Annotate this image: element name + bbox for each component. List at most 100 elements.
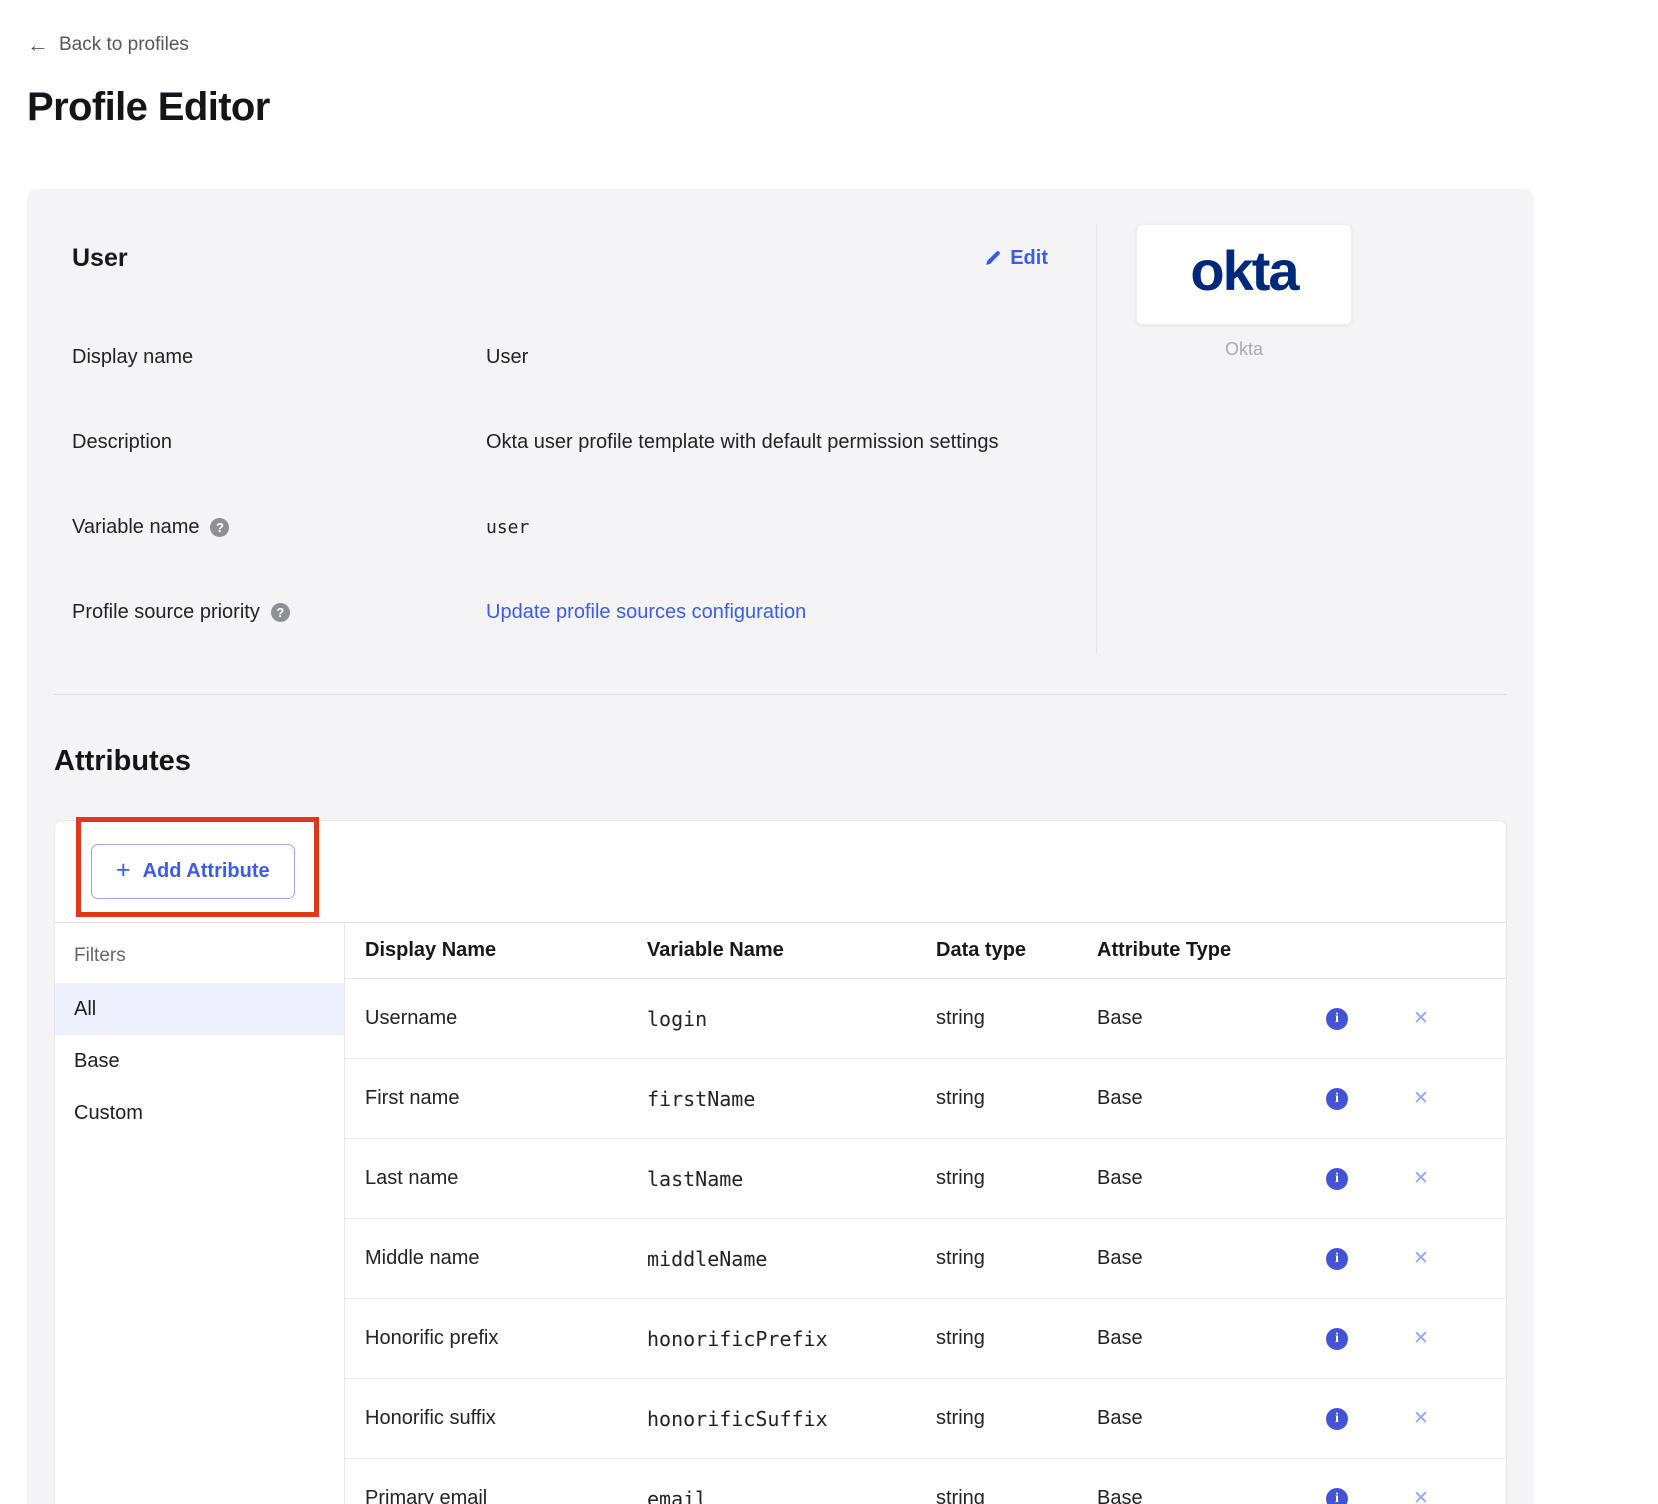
- field-display-name: Display name User: [72, 343, 1048, 372]
- field-label: Display name: [72, 343, 486, 372]
- logo-caption: Okta: [1136, 339, 1352, 360]
- field-value: User: [486, 343, 528, 372]
- attr-display-name: Middle name: [365, 1247, 647, 1270]
- info-icon[interactable]: i: [1326, 1088, 1348, 1110]
- attributes-card: + Add Attribute Filters All Base Custom …: [54, 820, 1507, 1504]
- field-label: Profile source priority ?: [72, 598, 486, 627]
- update-profile-sources-link[interactable]: Update profile sources configuration: [486, 598, 806, 627]
- attr-attribute-type: Base: [1097, 1167, 1297, 1190]
- attr-attribute-type: Base: [1097, 1247, 1297, 1270]
- attr-data-type: string: [936, 1007, 1097, 1030]
- field-label-text: Display name: [72, 343, 193, 372]
- attr-display-name: Username: [365, 1007, 647, 1030]
- info-icon[interactable]: i: [1326, 1408, 1348, 1430]
- profile-card: User Edit Display name User Description: [27, 189, 1534, 1504]
- back-link-label: Back to profiles: [59, 34, 189, 56]
- header-attribute-type: Attribute Type: [1097, 939, 1297, 962]
- attr-data-type: string: [936, 1087, 1097, 1110]
- field-value: user: [486, 513, 529, 542]
- filters-sidebar: Filters All Base Custom: [55, 923, 345, 1504]
- attr-attribute-type: Base: [1097, 1487, 1297, 1504]
- attr-attribute-type: Base: [1097, 1087, 1297, 1110]
- attr-display-name: Honorific prefix: [365, 1327, 647, 1350]
- okta-logo: okta: [1190, 243, 1297, 307]
- plus-icon: +: [116, 858, 131, 883]
- edit-label: Edit: [1010, 247, 1048, 270]
- attr-display-name: Last name: [365, 1167, 647, 1190]
- attr-data-type: string: [936, 1167, 1097, 1190]
- attr-variable-name: honorificSuffix: [647, 1407, 936, 1431]
- attributes-title: Attributes: [54, 745, 1507, 778]
- attr-attribute-type: Base: [1097, 1327, 1297, 1350]
- page-title: Profile Editor: [27, 85, 1658, 130]
- field-label-text: Variable name: [72, 513, 199, 542]
- info-icon[interactable]: i: [1326, 1008, 1348, 1030]
- header-data-type: Data type: [936, 939, 1097, 962]
- field-profile-source-priority: Profile source priority ? Update profile…: [72, 598, 1048, 627]
- attr-attribute-type: Base: [1097, 1007, 1297, 1030]
- info-icon[interactable]: i: [1326, 1328, 1348, 1350]
- field-description: Description Okta user profile template w…: [72, 428, 1048, 457]
- attr-display-name: First name: [365, 1087, 647, 1110]
- user-header: User Edit: [72, 244, 1048, 273]
- remove-attribute-icon[interactable]: ✕: [1413, 1167, 1429, 1190]
- table-row[interactable]: Username login string Base i ✕: [345, 979, 1506, 1059]
- help-icon[interactable]: ?: [271, 603, 290, 622]
- add-attribute-label: Add Attribute: [143, 860, 270, 883]
- attributes-body: Filters All Base Custom Display Name Var…: [55, 923, 1506, 1504]
- filter-item-all[interactable]: All: [55, 983, 344, 1035]
- header-variable-name: Variable Name: [647, 939, 936, 962]
- add-attribute-button[interactable]: + Add Attribute: [91, 844, 295, 899]
- filter-item-base[interactable]: Base: [55, 1035, 344, 1087]
- attributes-table: Display Name Variable Name Data type Att…: [345, 923, 1506, 1504]
- edit-button[interactable]: Edit: [984, 247, 1048, 270]
- field-label-text: Description: [72, 428, 172, 457]
- table-row[interactable]: Honorific prefix honorificPrefix string …: [345, 1299, 1506, 1379]
- remove-attribute-icon[interactable]: ✕: [1413, 1487, 1429, 1504]
- table-row[interactable]: First name firstName string Base i ✕: [345, 1059, 1506, 1139]
- field-variable-name: Variable name ? user: [72, 513, 1048, 542]
- pencil-icon: [984, 250, 1001, 267]
- attr-attribute-type: Base: [1097, 1407, 1297, 1430]
- attr-variable-name: middleName: [647, 1247, 936, 1271]
- field-label-text: Profile source priority: [72, 598, 260, 627]
- filter-item-custom[interactable]: Custom: [55, 1087, 344, 1139]
- field-value: Okta user profile template with default …: [486, 428, 998, 457]
- back-to-profiles-link[interactable]: ← Back to profiles: [27, 34, 189, 56]
- remove-attribute-icon[interactable]: ✕: [1413, 1327, 1429, 1350]
- header-display-name: Display Name: [365, 939, 647, 962]
- table-row[interactable]: Honorific suffix honorificSuffix string …: [345, 1379, 1506, 1459]
- info-icon[interactable]: i: [1326, 1168, 1348, 1190]
- attr-variable-name: email: [647, 1487, 936, 1504]
- attr-display-name: Primary email: [365, 1487, 647, 1504]
- table-row[interactable]: Primary email email string Base i ✕: [345, 1459, 1506, 1504]
- user-section-title: User: [72, 244, 128, 273]
- attr-data-type: string: [936, 1487, 1097, 1504]
- okta-logo-card: okta: [1136, 224, 1352, 325]
- user-details: User Edit Display name User Description: [54, 224, 1096, 654]
- table-header: Display Name Variable Name Data type Att…: [345, 923, 1506, 979]
- remove-attribute-icon[interactable]: ✕: [1413, 1407, 1429, 1430]
- attr-data-type: string: [936, 1247, 1097, 1270]
- info-icon[interactable]: i: [1326, 1248, 1348, 1270]
- logo-panel: okta Okta: [1096, 224, 1507, 654]
- remove-attribute-icon[interactable]: ✕: [1413, 1087, 1429, 1110]
- filters-title: Filters: [55, 933, 344, 983]
- table-row[interactable]: Middle name middleName string Base i ✕: [345, 1219, 1506, 1299]
- back-arrow-icon: ←: [27, 34, 49, 56]
- attr-data-type: string: [936, 1327, 1097, 1350]
- info-icon[interactable]: i: [1326, 1488, 1348, 1504]
- table-row[interactable]: Last name lastName string Base i ✕: [345, 1139, 1506, 1219]
- attr-variable-name: firstName: [647, 1087, 936, 1111]
- remove-attribute-icon[interactable]: ✕: [1413, 1007, 1429, 1030]
- help-icon[interactable]: ?: [210, 518, 229, 537]
- field-label: Variable name ?: [72, 513, 486, 542]
- attr-data-type: string: [936, 1407, 1097, 1430]
- attr-variable-name: lastName: [647, 1167, 936, 1191]
- attr-variable-name: honorificPrefix: [647, 1327, 936, 1351]
- profile-editor-page: ← Back to profiles Profile Editor User E…: [0, 0, 1658, 1504]
- user-section: User Edit Display name User Description: [54, 189, 1507, 654]
- remove-attribute-icon[interactable]: ✕: [1413, 1247, 1429, 1270]
- attributes-toolbar: + Add Attribute: [55, 821, 1506, 923]
- attr-display-name: Honorific suffix: [365, 1407, 647, 1430]
